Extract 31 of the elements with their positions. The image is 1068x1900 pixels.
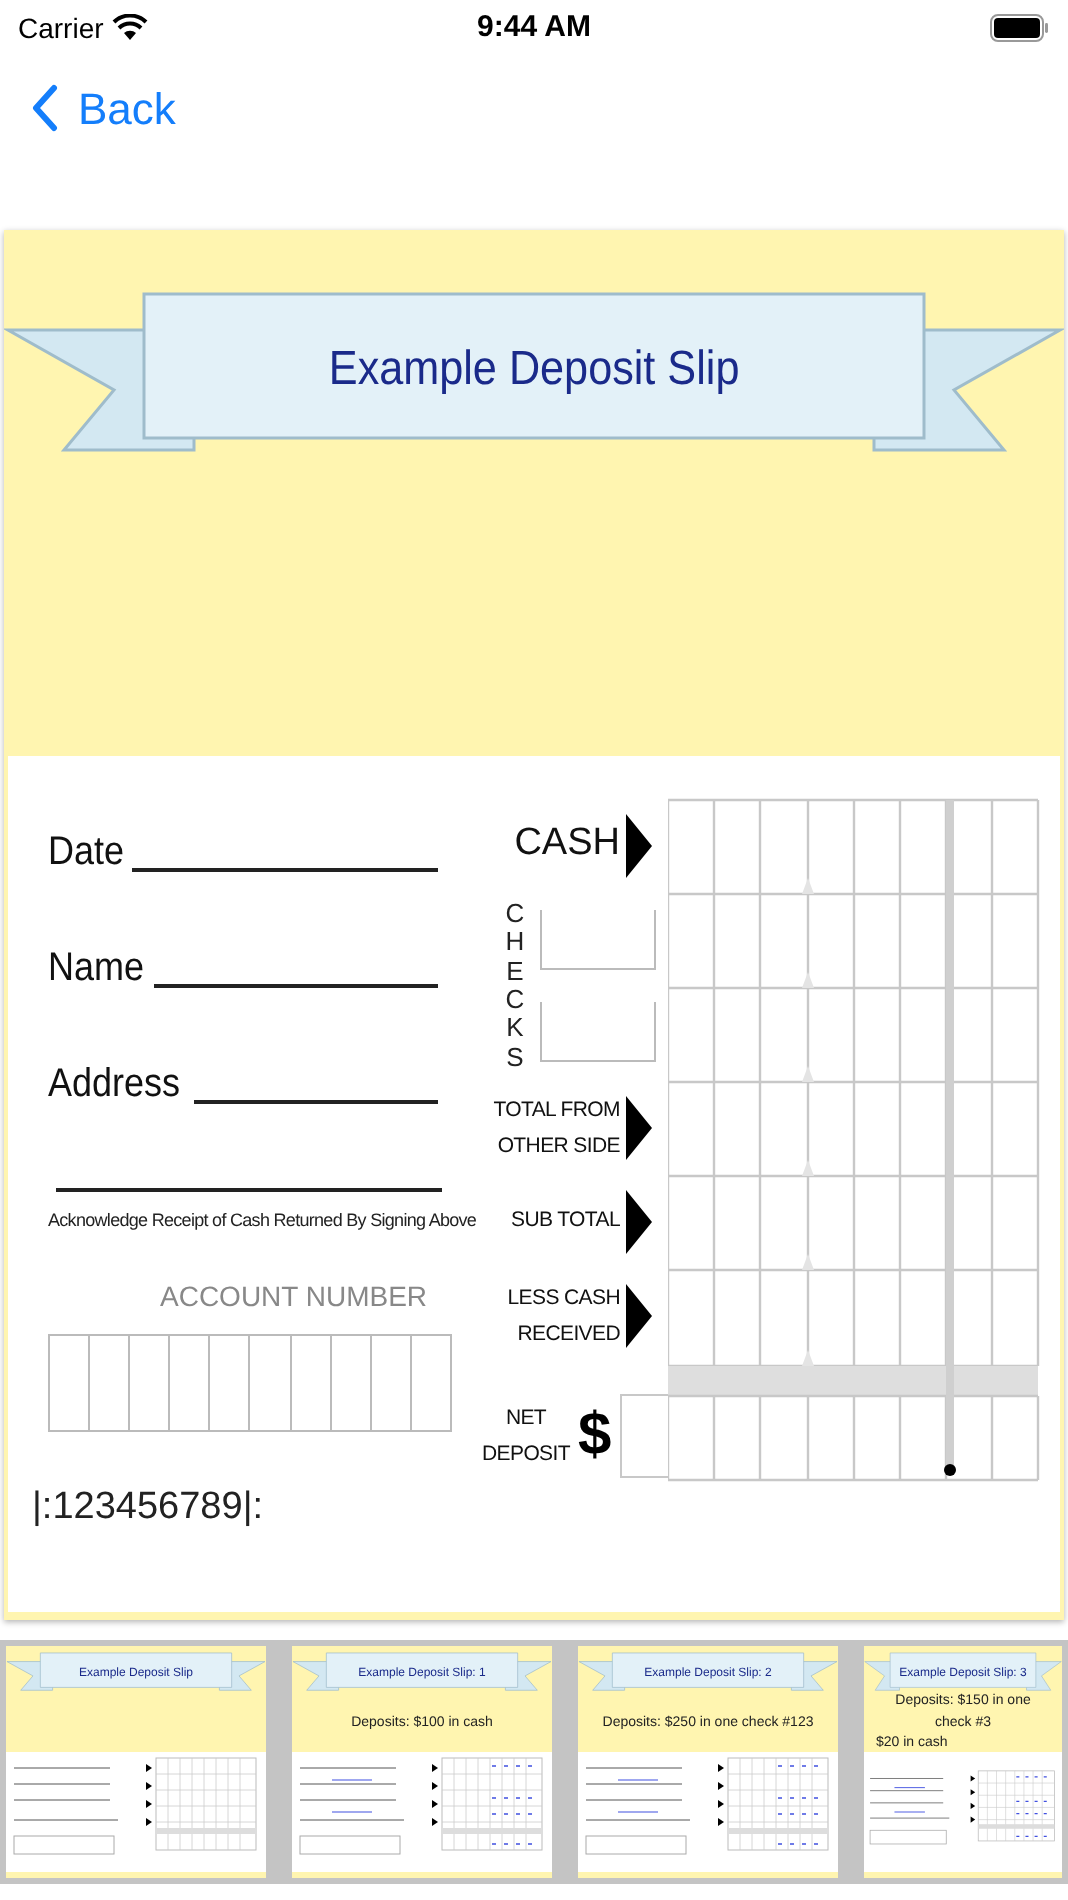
back-button[interactable]: Back xyxy=(32,75,176,141)
arrow-icon xyxy=(626,813,652,877)
row-label: SUB TOTAL xyxy=(511,1205,620,1236)
carrier-label: Carrier xyxy=(18,9,104,47)
signature-caption: Acknowledge Receipt of Cash Returned By Signing Above xyxy=(48,1208,477,1232)
check-entry-box xyxy=(540,910,656,970)
field-label: Name xyxy=(48,944,145,992)
field-label: Address xyxy=(48,1060,181,1108)
check-entry-box xyxy=(540,1002,656,1062)
status-time: 9:44 AM xyxy=(475,7,593,48)
checks-label: CHECKS xyxy=(503,900,527,1072)
row-label: TOTAL FROM OTHER SIDE xyxy=(493,1095,620,1161)
account-number-label: ACCOUNT NUMBER xyxy=(160,1278,430,1316)
battery-icon xyxy=(990,14,1050,42)
ribbon-banner-icon xyxy=(6,1652,266,1696)
arrow-icon xyxy=(626,1095,652,1159)
amount-cell xyxy=(619,1394,668,1478)
arrow-icon xyxy=(626,1189,652,1253)
row-label: LESS CASH RECEIVED xyxy=(507,1284,620,1350)
dollar-sign: $ xyxy=(578,1406,612,1466)
net-deposit-label: NET DEPOSIT xyxy=(482,1404,570,1470)
ribbon-banner-icon xyxy=(578,1652,838,1696)
routing-number: |:123456789|: xyxy=(32,1484,266,1532)
field-label: Date xyxy=(48,828,125,876)
slip-title: Example Deposit Slip xyxy=(328,340,740,400)
wifi-icon xyxy=(111,14,148,42)
row-label: CASH xyxy=(514,820,620,869)
ribbon-banner-icon xyxy=(292,1652,552,1696)
arrow-icon xyxy=(626,1284,652,1348)
ribbon-banner-icon xyxy=(864,1652,1062,1696)
chevron-left-icon xyxy=(32,84,58,132)
